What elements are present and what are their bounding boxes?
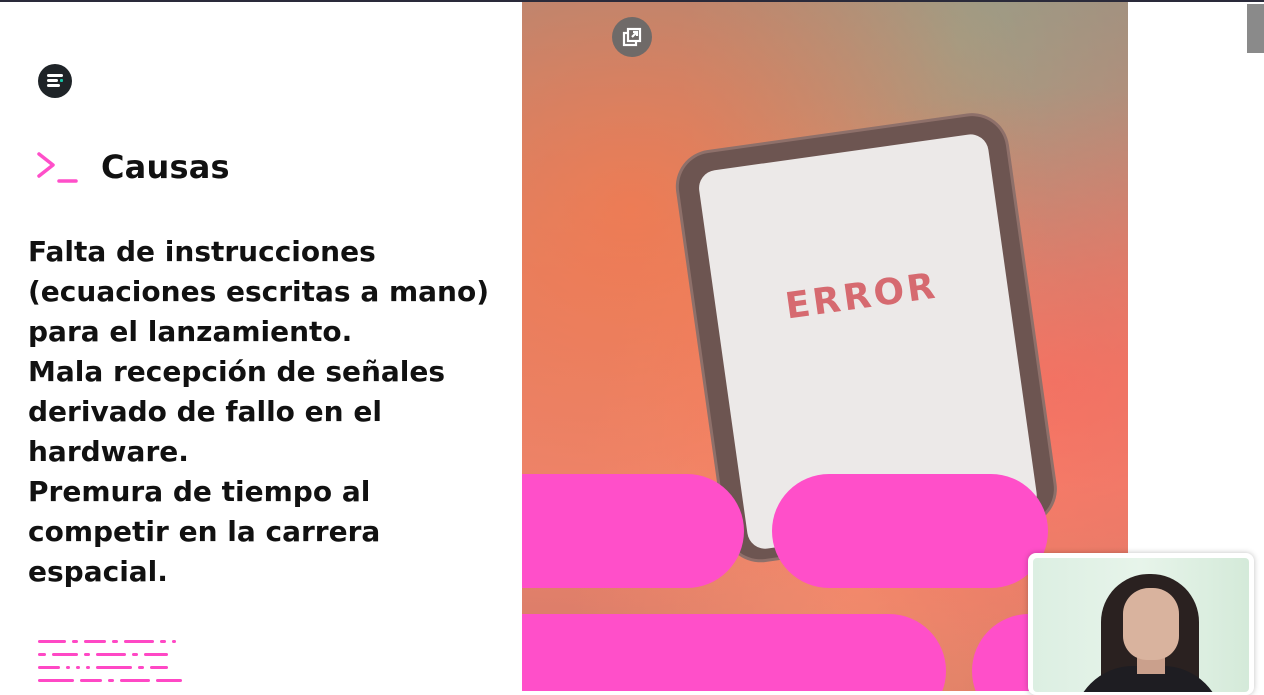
cause-paragraph: Mala recepción de señales derivado de fa…: [28, 355, 446, 468]
open-external-icon: [622, 27, 642, 47]
pink-pill-shape: [522, 614, 946, 691]
error-label: ERROR: [782, 265, 941, 328]
cause-paragraph: Falta de instrucciones (ecuaciones escri…: [28, 235, 490, 348]
app-logo-icon: [38, 64, 72, 98]
causes-text: Falta de instrucciones (ecuaciones escri…: [28, 232, 498, 592]
scrollbar-thumb[interactable]: [1247, 4, 1264, 53]
pink-pill-shape: [522, 474, 744, 588]
section-title: Causas: [101, 148, 230, 186]
open-external-button[interactable]: [612, 17, 652, 57]
terminal-prompt-icon: [37, 152, 78, 183]
webcam-overlay[interactable]: [1028, 553, 1254, 695]
cause-paragraph: Premura de tiempo al competir en la carr…: [28, 475, 381, 588]
presenter-video: [1033, 558, 1249, 692]
pink-pill-shape: [772, 474, 1048, 588]
decorative-dash-pattern: [38, 640, 188, 692]
